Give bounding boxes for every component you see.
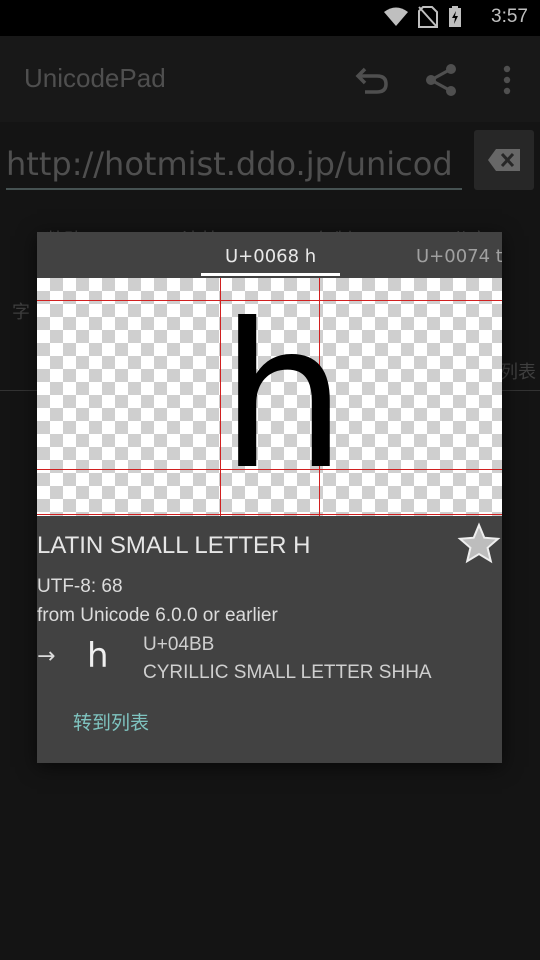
related-char: h	[87, 636, 109, 676]
star-icon	[457, 522, 501, 564]
unicode-version: from Unicode 6.0.0 or earlier	[37, 605, 278, 626]
glyph-preview: h	[37, 278, 502, 516]
utf8-encoding: UTF-8: 68	[37, 576, 123, 597]
favorite-button[interactable]	[457, 522, 501, 566]
related-char-name: CYRILLIC SMALL LETTER SHHA	[143, 662, 432, 680]
arrow-right-icon: →	[37, 644, 56, 669]
tab-indicator	[201, 273, 340, 276]
tab-next-char[interactable]: U+0074 t	[416, 246, 502, 267]
tab-current-char[interactable]: U+0068 h	[225, 246, 316, 267]
go-to-list-button[interactable]: 转到列表	[73, 708, 149, 735]
guide-line-descent	[37, 514, 502, 515]
character-tabs: U+0068 h U+0074 t	[37, 232, 502, 278]
glyph-char: h	[220, 281, 347, 514]
related-codepoint: U+04BB	[143, 634, 215, 655]
related-character-row[interactable]: → h U+04BB CYRILLIC SMALL LETTER SHHA	[37, 632, 502, 680]
character-name: LATIN SMALL LETTER H	[37, 532, 311, 559]
character-detail-dialog: U+0068 h U+0074 t h LATIN SMALL LETTER H…	[37, 232, 502, 763]
